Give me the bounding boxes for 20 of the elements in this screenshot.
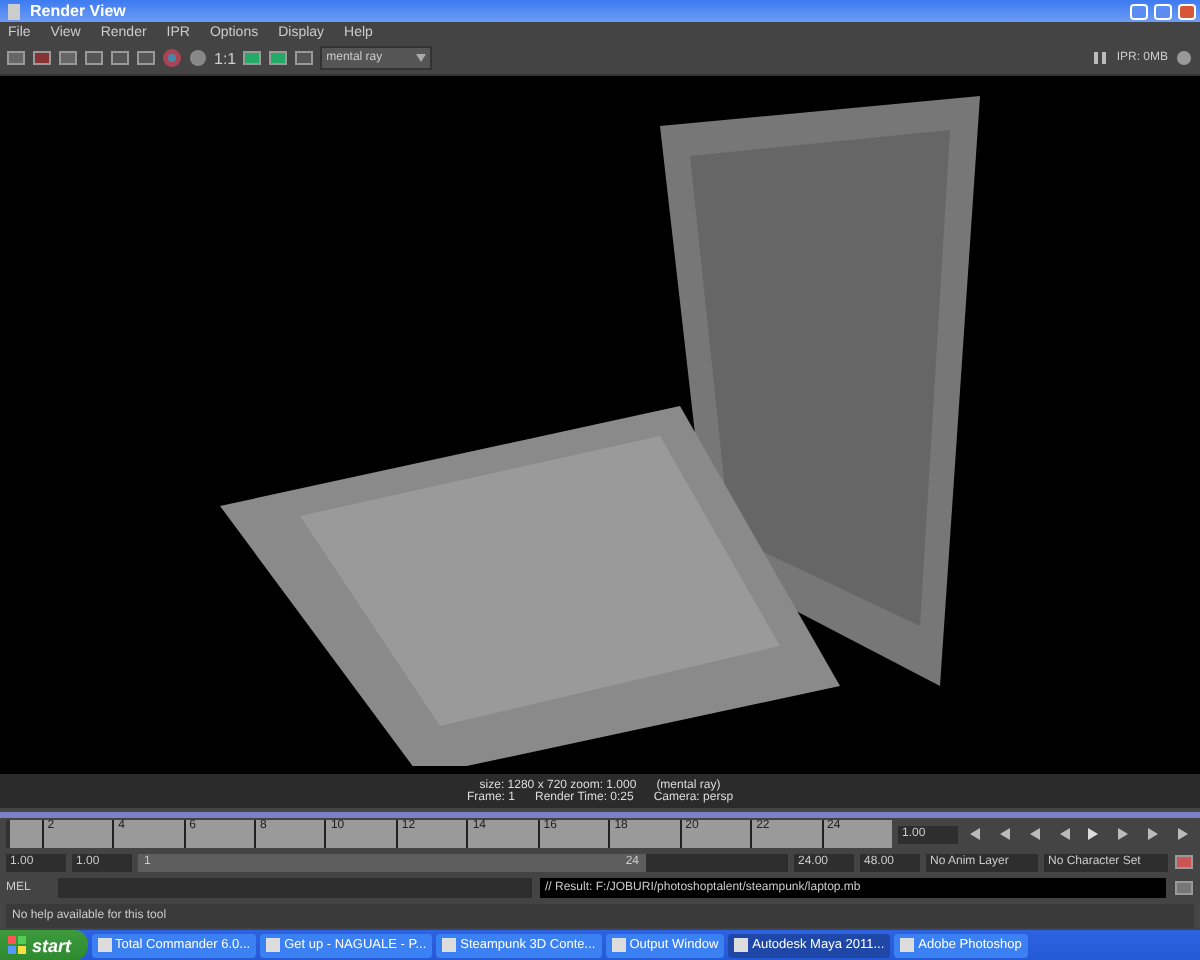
window-title: Render View [30,2,126,20]
pause-icon[interactable] [1090,48,1111,68]
close-button[interactable] [1178,3,1196,19]
app-icon [97,938,112,952]
app-icon [900,938,915,952]
app-icon [611,938,626,952]
start-button[interactable]: start [0,930,88,960]
app-icon [442,938,457,952]
minimize-button[interactable] [1130,3,1148,19]
maximize-button[interactable] [1154,3,1172,19]
caret-icon [416,54,427,62]
app-icon [4,1,24,21]
windows-logo-icon [8,936,26,954]
current-frame-marker[interactable] [6,820,10,848]
sphere-icon[interactable] [188,48,208,68]
real-size-label[interactable]: 1:1 [214,49,237,67]
status-dot-icon [1174,48,1194,68]
color-wheel-icon[interactable] [162,48,182,68]
app-icon [734,938,749,952]
app-icon [266,938,281,952]
